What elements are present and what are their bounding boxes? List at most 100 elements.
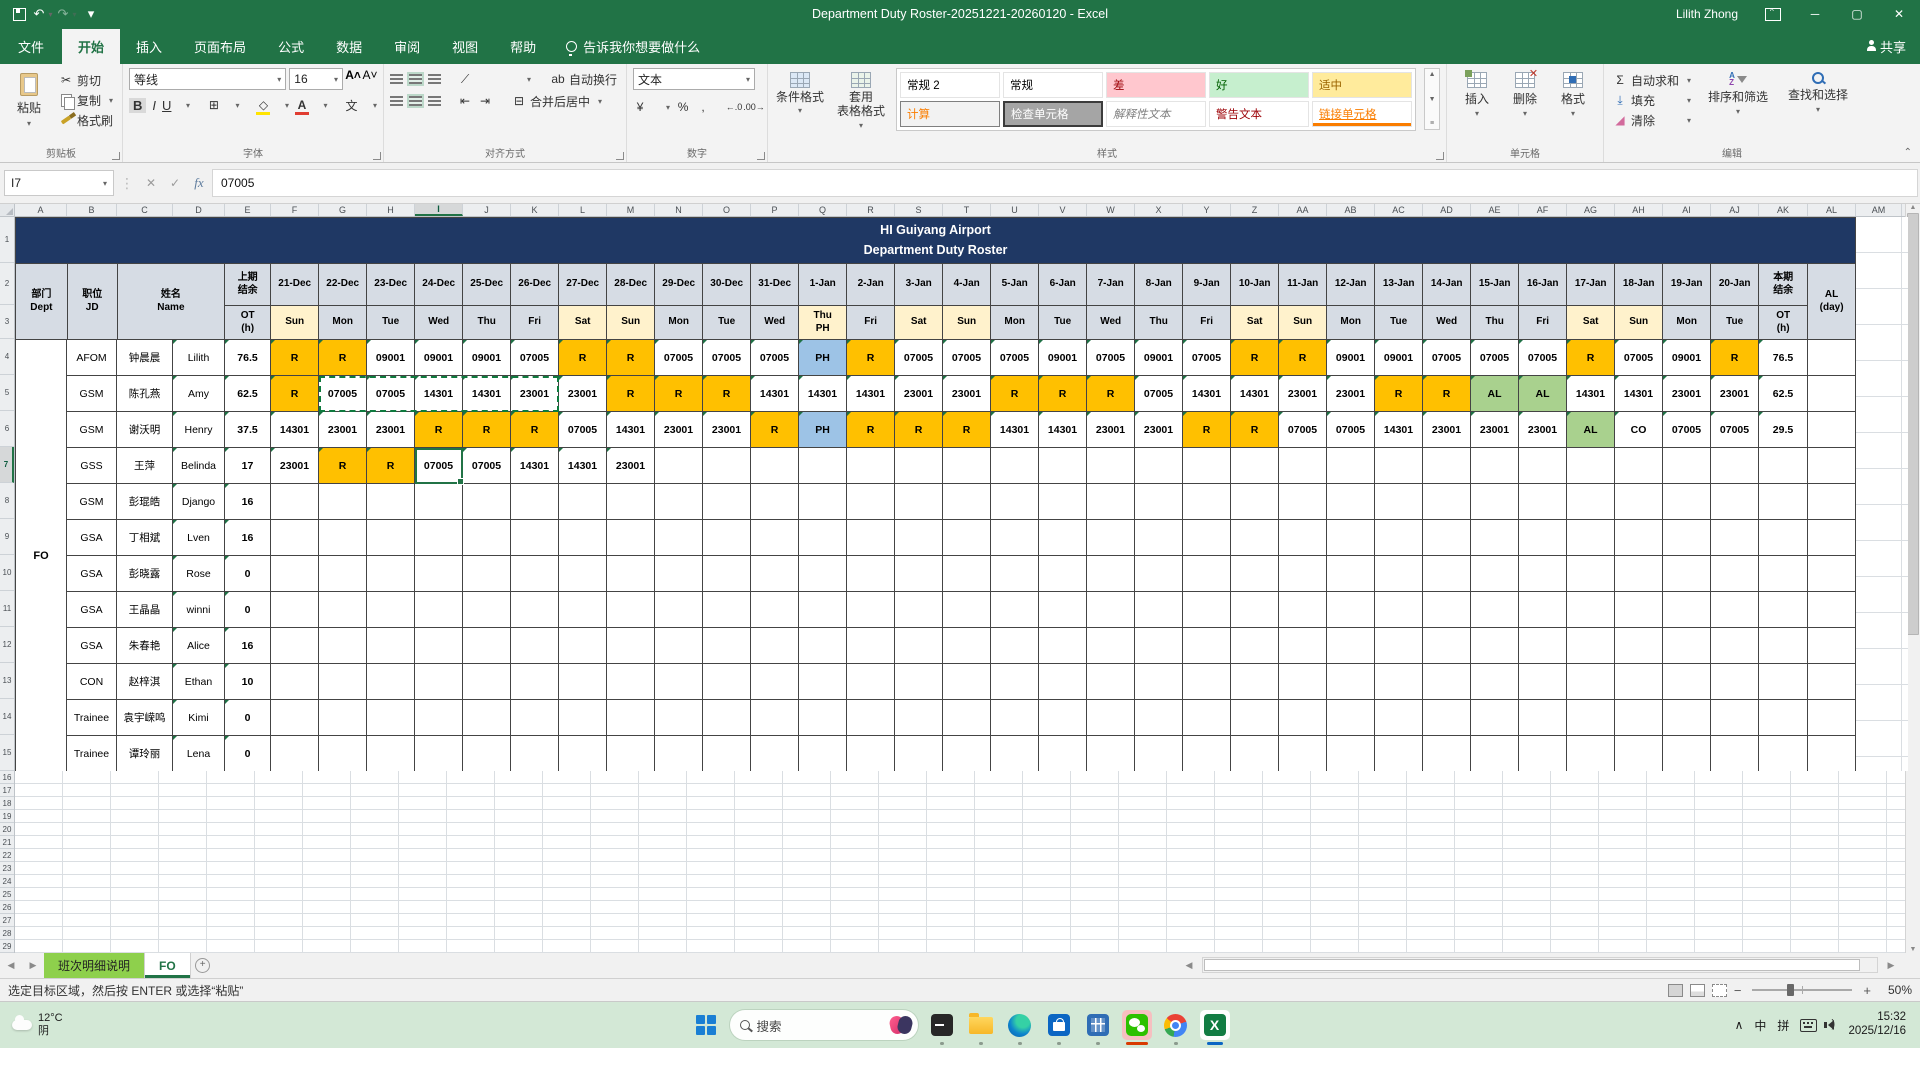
- roster-cell[interactable]: [847, 664, 895, 700]
- header-dept[interactable]: 部门 Dept: [16, 264, 68, 340]
- roster-cell[interactable]: [1327, 628, 1375, 664]
- roster-cell[interactable]: [1423, 664, 1471, 700]
- roster-cell[interactable]: 07005: [1615, 340, 1663, 376]
- ribbon-tab[interactable]: 帮助: [494, 29, 552, 64]
- align-middle-icon[interactable]: [407, 72, 425, 86]
- header-date-9-Jan[interactable]: 9-Jan Fri: [1183, 264, 1232, 340]
- roster-cell[interactable]: 23001: [511, 376, 559, 412]
- roster-cell[interactable]: [655, 484, 703, 520]
- roster-cell[interactable]: R: [1711, 340, 1759, 376]
- roster-cell[interactable]: 09001: [1327, 340, 1375, 376]
- roster-cell[interactable]: R: [1183, 412, 1231, 448]
- speaker-icon[interactable]: [1824, 1018, 1835, 1030]
- header-date-11-Jan[interactable]: 11-Jan Sun: [1279, 264, 1328, 340]
- roster-cell[interactable]: [319, 664, 367, 700]
- roster-cell[interactable]: [1471, 556, 1519, 592]
- roster-cell[interactable]: [1423, 520, 1471, 556]
- roster-cell[interactable]: 王萍: [117, 448, 173, 484]
- roster-cell[interactable]: R: [319, 448, 367, 484]
- column-header-X[interactable]: X: [1135, 204, 1183, 216]
- roster-cell[interactable]: [319, 700, 367, 736]
- cut-button[interactable]: ✂ 剪切: [56, 70, 116, 90]
- roster-cell[interactable]: 14301: [463, 376, 511, 412]
- roster-cell[interactable]: [703, 520, 751, 556]
- header-date-15-Jan[interactable]: 15-Jan Thu: [1471, 264, 1520, 340]
- roster-cell[interactable]: [1615, 592, 1663, 628]
- roster-cell[interactable]: [1039, 700, 1087, 736]
- alignment-dialog-launcher[interactable]: [616, 152, 625, 160]
- roster-cell[interactable]: 07005: [1711, 412, 1759, 448]
- roster-cell[interactable]: [607, 700, 655, 736]
- roster-cell[interactable]: 钟晨晨: [117, 340, 173, 376]
- roster-cell[interactable]: [1279, 556, 1327, 592]
- shrink-font-icon[interactable]: A˅: [363, 68, 378, 82]
- roster-cell[interactable]: Rose: [173, 556, 225, 592]
- roster-cell[interactable]: 07005: [1135, 376, 1183, 412]
- roster-cell[interactable]: 07005: [559, 412, 607, 448]
- roster-cell[interactable]: [895, 736, 943, 772]
- roster-cell[interactable]: [1279, 700, 1327, 736]
- roster-cell[interactable]: [1567, 664, 1615, 700]
- roster-cell[interactable]: [1471, 664, 1519, 700]
- roster-cell[interactable]: [703, 484, 751, 520]
- dept-merged-cell[interactable]: FO: [16, 340, 67, 772]
- roster-cell[interactable]: [1375, 484, 1423, 520]
- roster-cell[interactable]: [1039, 592, 1087, 628]
- roster-cell[interactable]: [1808, 700, 1856, 736]
- roster-cell[interactable]: 37.5: [225, 412, 271, 448]
- roster-cell[interactable]: R: [463, 412, 511, 448]
- roster-cell[interactable]: [1471, 628, 1519, 664]
- roster-cell[interactable]: [463, 556, 511, 592]
- header-date-20-Jan[interactable]: 20-Jan Tue: [1711, 264, 1760, 340]
- roster-cell[interactable]: [1808, 484, 1856, 520]
- roster-cell[interactable]: 23001: [1471, 412, 1519, 448]
- increase-indent-icon[interactable]: ⇥: [478, 94, 492, 108]
- percent-icon[interactable]: %: [676, 100, 690, 114]
- roster-cell[interactable]: [1663, 592, 1711, 628]
- roster-cell[interactable]: [799, 628, 847, 664]
- roster-cell[interactable]: [1327, 448, 1375, 484]
- roster-cell[interactable]: GSM: [67, 412, 117, 448]
- roster-cell[interactable]: [271, 592, 319, 628]
- roster-cell[interactable]: [895, 700, 943, 736]
- row-header-17[interactable]: 17: [0, 784, 14, 797]
- row-header-29[interactable]: 29: [0, 940, 14, 953]
- roster-cell[interactable]: [1519, 556, 1567, 592]
- roster-cell[interactable]: AL: [1471, 376, 1519, 412]
- roster-cell[interactable]: 07005: [1183, 340, 1231, 376]
- roster-cell[interactable]: 07005: [1519, 340, 1567, 376]
- roster-cell[interactable]: [751, 736, 799, 772]
- roster-cell[interactable]: R: [1231, 412, 1279, 448]
- column-header-L[interactable]: L: [559, 204, 607, 216]
- sort-filter-button[interactable]: AZ 排序和筛选 ▾: [1702, 68, 1774, 132]
- roster-cell[interactable]: [607, 664, 655, 700]
- roster-cell[interactable]: [1759, 520, 1808, 556]
- roster-cell[interactable]: [1808, 628, 1856, 664]
- roster-cell[interactable]: 09001: [1375, 340, 1423, 376]
- roster-cell[interactable]: [1279, 628, 1327, 664]
- roster-cell[interactable]: 王晶晶: [117, 592, 173, 628]
- cells-area[interactable]: HI Guiyang Airport Department Duty Roste…: [15, 217, 1908, 966]
- roster-cell[interactable]: [1663, 736, 1711, 772]
- sheet-nav-right-icon[interactable]: ▶: [22, 953, 44, 978]
- roster-cell[interactable]: 07005: [943, 340, 991, 376]
- roster-cell[interactable]: 23001: [1087, 412, 1135, 448]
- roster-cell[interactable]: [559, 556, 607, 592]
- roster-cell[interactable]: [1567, 628, 1615, 664]
- roster-cell[interactable]: 23001: [1423, 412, 1471, 448]
- roster-cell[interactable]: [1087, 556, 1135, 592]
- roster-cell[interactable]: 14301: [511, 448, 559, 484]
- column-header-AG[interactable]: AG: [1567, 204, 1615, 216]
- roster-cell[interactable]: 07005: [1471, 340, 1519, 376]
- roster-cell[interactable]: R: [847, 340, 895, 376]
- roster-cell[interactable]: [415, 556, 463, 592]
- roster-cell[interactable]: R: [559, 340, 607, 376]
- taskbar-wechat[interactable]: [1121, 1010, 1152, 1045]
- roster-cell[interactable]: [991, 520, 1039, 556]
- roster-cell[interactable]: [1423, 484, 1471, 520]
- minimize-button[interactable]: ─: [1794, 0, 1836, 28]
- roster-cell[interactable]: [1567, 520, 1615, 556]
- roster-cell[interactable]: 23001: [943, 376, 991, 412]
- ribbon-tab[interactable]: 插入: [120, 29, 178, 64]
- column-header-C[interactable]: C: [117, 204, 173, 216]
